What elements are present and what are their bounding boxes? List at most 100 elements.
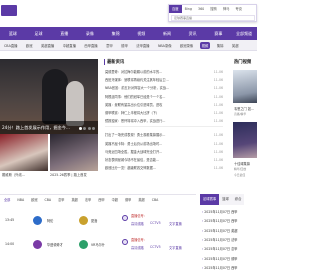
home-team[interactable]: 华盛顿奇才 — [47, 242, 63, 247]
away-team[interactable]: VR马尔什 — [91, 242, 105, 247]
sub-nav-item[interactable]: 欧冠录像 — [178, 42, 195, 49]
search-engine-tab[interactable]: 搜狗 — [207, 5, 220, 13]
carousel-dot[interactable] — [83, 127, 86, 130]
right-list-item-text[interactable]: 2025年11月07日 英超 — [204, 229, 237, 233]
sub-nav-item[interactable]: 法甲直播 — [134, 42, 151, 49]
carousel-dot[interactable] — [78, 127, 82, 130]
main-nav-item[interactable]: 集锦 — [103, 27, 129, 40]
main-nav-item[interactable]: 资讯 — [180, 27, 206, 40]
search-input[interactable] — [171, 15, 255, 21]
sub-nav-item[interactable]: 西甲直播 — [82, 42, 99, 49]
sub-nav-item[interactable]: 视频 — [199, 41, 211, 49]
thumbnail-caption-1[interactable]: 戴维斯（外线... — [2, 172, 25, 177]
news-item-title[interactable]: 阿根廷同事：他们的冠军已经是个一个名... — [105, 93, 201, 101]
news-item[interactable]: 镜报独家：恩怀特将冲入西甲，实战进行... 11-06 — [105, 117, 223, 125]
news-item[interactable]: 英媒不屈卡特：勇士后仍从前场出场时... 11-06 — [105, 140, 223, 148]
channel-link[interactable]: 文字直播 — [169, 221, 182, 226]
thumbnail-image-2[interactable] — [50, 134, 98, 171]
right-list-tab[interactable]: 足球赛事 — [200, 194, 220, 205]
news-item[interactable]: 阿根廷同事：他们的冠军已经是个一个名... 11-06 — [105, 93, 223, 101]
right-list-item-text[interactable]: 2025年11月07日 西甲 — [204, 219, 237, 223]
main-nav-item[interactable]: 视频 — [128, 27, 154, 40]
channel-link[interactable]: CCTV5 — [150, 221, 161, 225]
sub-nav-item[interactable]: NBA录像 — [156, 42, 174, 49]
search-engine-tab[interactable]: 百度 — [169, 5, 182, 13]
sub-nav-item[interactable]: CBA直播 — [2, 42, 19, 49]
main-nav-item[interactable]: 足球 — [26, 27, 52, 40]
main-nav-item[interactable]: 直播 — [51, 27, 77, 40]
thumbnail-caption-2[interactable]: 2025-26赛季 | 路上首发 — [50, 172, 87, 177]
schedule-tab[interactable]: CBA — [45, 198, 52, 202]
main-nav-item[interactable]: 赛事 — [206, 27, 232, 40]
sub-nav-item[interactable]: 意甲 — [104, 42, 115, 49]
carousel-dot[interactable] — [92, 127, 95, 130]
channel-link[interactable]: 高清线路 — [131, 221, 144, 226]
sub-nav-item[interactable]: 集锦 — [215, 42, 226, 49]
hot-video-thumbnail-2[interactable] — [233, 122, 257, 158]
channel-link[interactable]: 高清线路 — [131, 245, 144, 250]
news-item[interactable]: 莫德里奇：对拉梅尔能踢以前的水平的... 11-06 — [105, 68, 223, 76]
news-item[interactable]: NBA官宣：前五针对阵容大一个分析，实战... 11-06 — [105, 84, 223, 92]
channel-link[interactable]: 文字直播 — [169, 245, 182, 250]
schedule-tab[interactable]: CBA — [152, 198, 159, 202]
news-item-title[interactable]: 状态表明曼城今场不在最佳，是否能... — [105, 156, 201, 164]
search-engine-tab[interactable]: 360 — [195, 5, 207, 13]
news-item-title[interactable]: 欧冠比分一览！超级联赛交锋数据... — [105, 164, 201, 172]
right-list-item-text[interactable]: 2025年11月07日 西甲 — [204, 266, 237, 270]
schedule-tab[interactable]: 欧冠 — [31, 197, 37, 202]
right-list-item-text[interactable]: 2025年11月07日 西甲 — [204, 210, 237, 214]
schedule-tab[interactable]: 德甲 — [125, 197, 131, 202]
schedule-tab[interactable]: 英超 — [71, 197, 77, 202]
sub-nav-item[interactable]: 德甲 — [119, 42, 130, 49]
news-item-title[interactable]: 马竞近四场全胜，掘金大战球完全打开... — [105, 148, 201, 156]
news-item[interactable]: 欧冠比分一览！超级联赛交锋数据... 11-06 — [105, 164, 223, 172]
sub-nav-item[interactable]: 英超 — [230, 42, 241, 49]
news-item[interactable]: 西班牙媒体：曼联将再续约关注其年轻后卫... 11-06 — [105, 76, 223, 84]
news-item[interactable]: 打出了一场完成表现！勇士观看集锦展示... 11-06 — [105, 131, 223, 139]
hot-video-caption-2[interactable]: 十佳球集锦 — [234, 161, 250, 166]
news-item[interactable]: 马竞近四场全胜，掘金大战球完全打开... 11-06 — [105, 148, 223, 156]
sub-nav-item[interactable]: 欧冠 — [24, 42, 35, 49]
right-list-tab[interactable]: 篮球 — [219, 194, 232, 205]
news-item-title[interactable]: 西班牙媒体：曼联将再续约关注其年轻后卫... — [105, 76, 201, 84]
search-engine-tab[interactable]: 夸克 — [232, 5, 245, 13]
hero-carousel[interactable]: 24分！路上首发展示作用，掘金今... — [0, 59, 98, 134]
sub-nav-item[interactable]: 中超直播 — [61, 42, 78, 49]
schedule-tab[interactable]: 全部 — [4, 197, 10, 202]
search-engine-tab[interactable]: 神马 — [220, 5, 233, 13]
channel-link[interactable]: CCTV5 — [150, 245, 161, 249]
news-item[interactable]: 状态表明曼城今场不在最佳，是否能... 11-06 — [105, 156, 223, 164]
main-nav-item[interactable]: 录像 — [77, 27, 103, 40]
news-item-title[interactable]: 打出了一场完成表现！勇士观看集锦展示... — [105, 131, 201, 139]
hot-video-caption-1[interactable]: 韦恩之门 如... — [234, 106, 254, 111]
news-item-title[interactable]: 德甲联赛：拜仁上半程将大比拼（下） — [105, 109, 201, 117]
carousel-dot[interactable] — [87, 127, 91, 130]
schedule-tab[interactable]: NBA — [17, 198, 24, 202]
news-item-title[interactable]: 英媒不屈卡特：勇士后仍从前场出场时... — [105, 140, 201, 148]
news-item-title[interactable]: 镜报独家：恩怀特将冲入西甲，实战进行... — [105, 117, 201, 125]
away-team[interactable]: 夏洛 — [91, 218, 97, 223]
right-list-item[interactable]: ›2025年11月07日 西甲 — [200, 263, 257, 271]
news-item-title[interactable]: 莫德里奇：对拉梅尔能踢以前的水平的... — [105, 68, 201, 76]
main-nav-item[interactable]: 篮球 — [0, 27, 26, 40]
sub-nav-item[interactable]: 英超直播 — [39, 42, 56, 49]
schedule-tab[interactable]: 意甲 — [58, 197, 64, 202]
schedule-tab[interactable]: 英超 — [138, 197, 144, 202]
site-logo[interactable] — [1, 5, 17, 16]
news-item[interactable]: 英媒：曼联有望高出价位引进球员，进攻 11-06 — [105, 101, 223, 109]
main-nav-item[interactable]: 全部频道 — [231, 27, 257, 40]
right-list-item-text[interactable]: 2025年11月07日 意甲 — [204, 247, 237, 251]
news-item-title[interactable]: NBA官宣：前五针对阵容大一个分析，实战... — [105, 84, 201, 92]
thumbnail-image-1[interactable] — [0, 134, 48, 171]
search-engine-tab[interactable]: Bing — [182, 5, 195, 13]
news-item[interactable]: 德甲联赛：拜仁上半程将大比拼（下） 11-06 — [105, 109, 223, 117]
right-list-item-text[interactable]: 2025年11月07日 德甲 — [204, 257, 237, 261]
home-team[interactable]: 阿伦 — [47, 218, 53, 223]
news-item-title[interactable]: 英媒：曼联有望高出价位引进球员，进攻 — [105, 101, 201, 109]
schedule-tab[interactable]: 中超 — [112, 197, 118, 202]
schedule-tab[interactable]: 法甲 — [85, 197, 91, 202]
right-list-item-text[interactable]: 2025年11月07日 法甲 — [204, 238, 237, 242]
right-list-tab[interactable]: 综合 — [231, 194, 245, 205]
hot-video-thumbnail-1[interactable] — [233, 70, 257, 103]
main-nav-item[interactable]: 新闻 — [154, 27, 180, 40]
